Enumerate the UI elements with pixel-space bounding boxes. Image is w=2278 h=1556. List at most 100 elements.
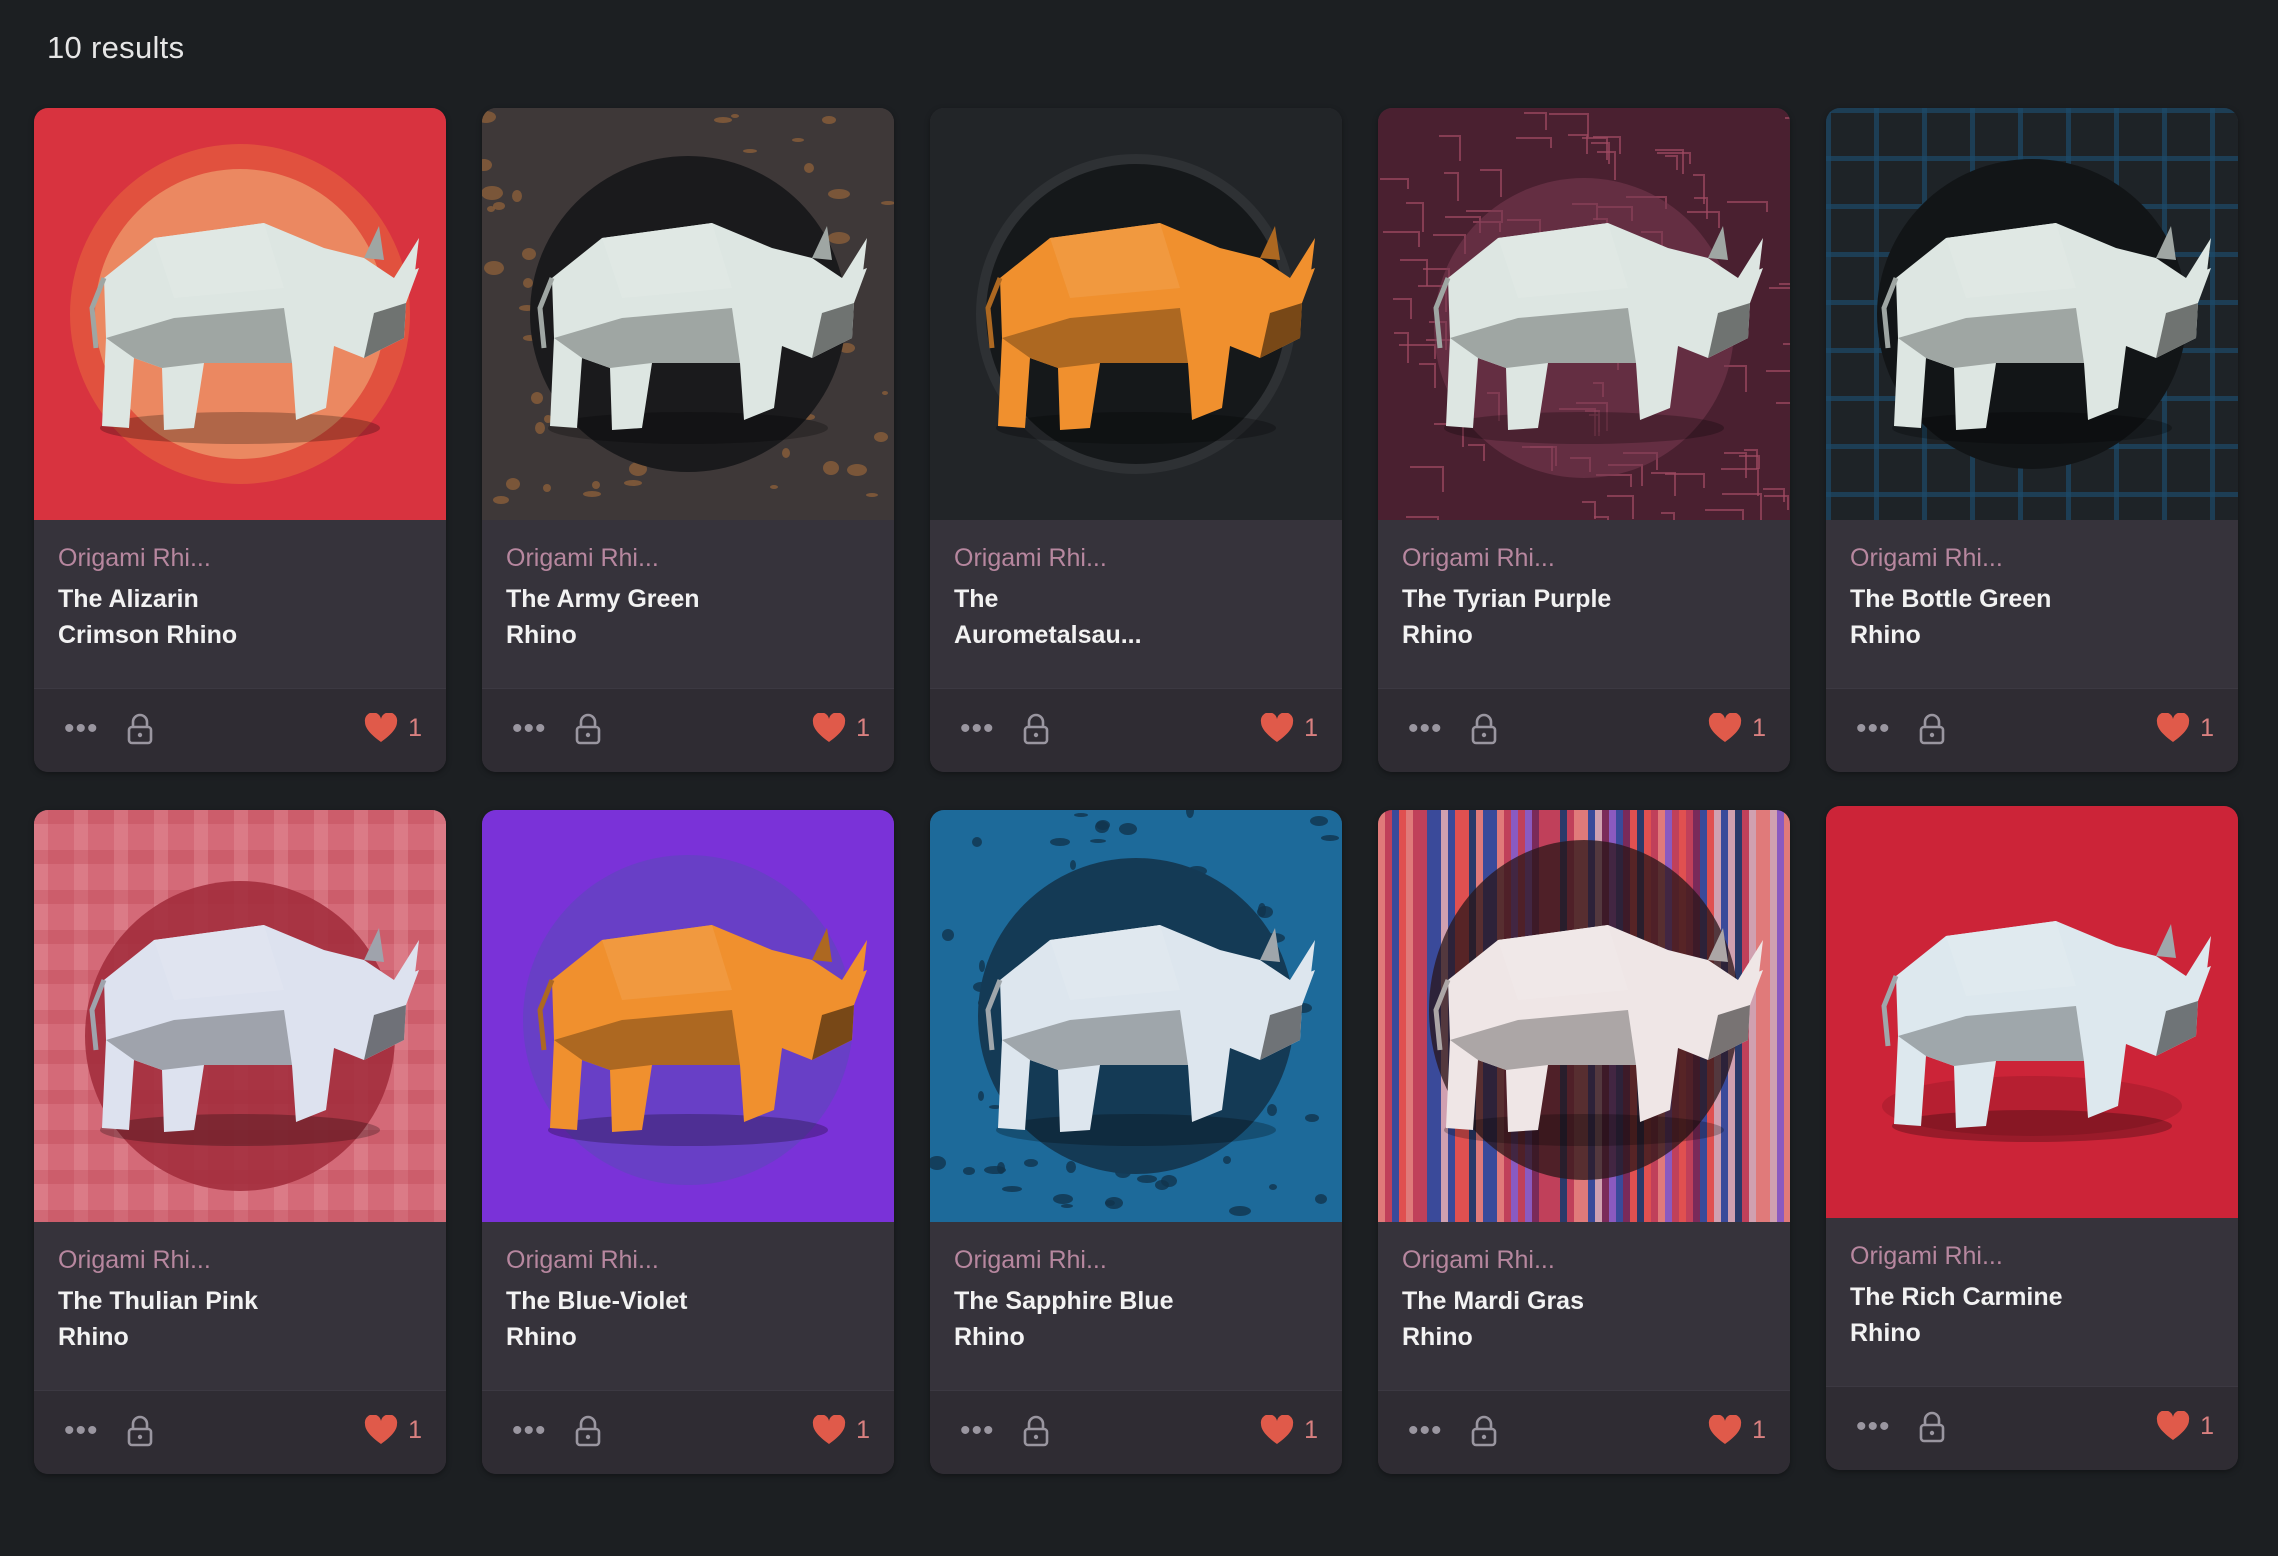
like-button[interactable]: 1 [2156,1411,2214,1441]
nft-title[interactable]: The Army Green Rhino [506,581,736,653]
nft-card[interactable]: Origami Rhi... The Bottle Green Rhino ••• 1 [1826,108,2238,772]
nft-card[interactable]: Origami Rhi... The Aurometalsau... ••• 1 [930,108,1342,772]
card-info: Origami Rhi... The Mardi Gras Rhino [1378,1222,1790,1390]
nft-card[interactable]: Origami Rhi... The Blue-Violet Rhino ••• 1 [482,810,894,1474]
lock-icon[interactable] [1022,1415,1050,1447]
like-count: 1 [1304,713,1318,742]
card-info: Origami Rhi... The Sapphire Blue Rhino [930,1222,1342,1390]
lock-icon[interactable] [1918,1411,1946,1443]
like-count: 1 [1752,1415,1766,1444]
nft-card[interactable]: Origami Rhi... The Alizarin Crimson Rhino… [34,108,446,772]
lock-icon[interactable] [126,713,154,745]
lock-icon[interactable] [1918,713,1946,745]
nft-title[interactable]: The Rich Carmine Rhino [1850,1279,2080,1351]
like-count: 1 [1304,1415,1318,1444]
nft-artwork-image[interactable] [34,108,446,520]
nft-card[interactable]: Origami Rhi... The Rich Carmine Rhino ••• 1 [1826,806,2238,1470]
collection-name[interactable]: Origami Rhi... [1402,1246,1766,1275]
more-dots-icon[interactable]: ••• [64,714,99,744]
nft-artwork-image[interactable] [482,810,894,1222]
results-count: 10 results [47,30,185,65]
heart-icon [1708,1415,1742,1444]
card-info: Origami Rhi... The Blue-Violet Rhino [482,1222,894,1390]
like-count: 1 [408,1415,422,1444]
like-count: 1 [2200,713,2214,742]
heart-icon [364,1415,398,1444]
heart-icon [812,1415,846,1444]
lock-icon[interactable] [1470,713,1498,745]
nft-title[interactable]: The Thulian Pink Rhino [58,1283,288,1355]
collection-name[interactable]: Origami Rhi... [58,544,422,573]
nft-title[interactable]: The Blue-Violet Rhino [506,1283,736,1355]
card-info: Origami Rhi... The Thulian Pink Rhino [34,1222,446,1390]
card-info: Origami Rhi... The Aurometalsau... [930,520,1342,688]
card-footer: ••• 1 [34,1390,446,1474]
lock-icon[interactable] [574,713,602,745]
more-dots-icon[interactable]: ••• [960,1416,995,1446]
nft-artwork-image[interactable] [482,108,894,520]
lock-icon[interactable] [574,1415,602,1447]
like-button[interactable]: 1 [1708,713,1766,743]
collection-name[interactable]: Origami Rhi... [1850,1242,2214,1271]
card-info: Origami Rhi... The Tyrian Purple Rhino [1378,520,1790,688]
nft-artwork-image[interactable] [1378,810,1790,1222]
more-dots-icon[interactable]: ••• [1408,714,1443,744]
more-dots-icon[interactable]: ••• [512,714,547,744]
like-button[interactable]: 1 [1260,713,1318,743]
card-footer: ••• 1 [930,688,1342,772]
nft-artwork-image[interactable] [1826,806,2238,1218]
like-button[interactable]: 1 [364,1415,422,1445]
nft-card[interactable]: Origami Rhi... The Sapphire Blue Rhino •••… [930,810,1342,1474]
nft-title[interactable]: The Sapphire Blue Rhino [954,1283,1184,1355]
card-footer: ••• 1 [1378,688,1790,772]
more-dots-icon[interactable]: ••• [1856,714,1891,744]
card-footer: ••• 1 [930,1390,1342,1474]
nft-title[interactable]: The Alizarin Crimson Rhino [58,581,288,653]
collection-name[interactable]: Origami Rhi... [506,1246,870,1275]
more-dots-icon[interactable]: ••• [960,714,995,744]
nft-artwork-image[interactable] [930,108,1342,520]
like-count: 1 [856,1415,870,1444]
collection-name[interactable]: Origami Rhi... [58,1246,422,1275]
nft-title[interactable]: The Tyrian Purple Rhino [1402,581,1632,653]
card-footer: ••• 1 [482,688,894,772]
like-button[interactable]: 1 [2156,713,2214,743]
more-dots-icon[interactable]: ••• [64,1416,99,1446]
like-button[interactable]: 1 [1708,1415,1766,1445]
collection-name[interactable]: Origami Rhi... [1850,544,2214,573]
like-count: 1 [408,713,422,742]
more-dots-icon[interactable]: ••• [512,1416,547,1446]
nft-artwork-image[interactable] [930,810,1342,1222]
like-button[interactable]: 1 [812,1415,870,1445]
nft-title[interactable]: The Mardi Gras Rhino [1402,1283,1632,1355]
heart-icon [2156,1411,2190,1440]
lock-icon[interactable] [126,1415,154,1447]
nft-card[interactable]: Origami Rhi... The Tyrian Purple Rhino •••… [1378,108,1790,772]
like-count: 1 [2200,1411,2214,1440]
more-dots-icon[interactable]: ••• [1856,1412,1891,1442]
nft-artwork-image[interactable] [1378,108,1790,520]
lock-icon[interactable] [1470,1415,1498,1447]
like-button[interactable]: 1 [364,713,422,743]
nft-card[interactable]: Origami Rhi... The Army Green Rhino ••• 1 [482,108,894,772]
nft-title[interactable]: The Aurometalsau... [954,581,1184,653]
like-button[interactable]: 1 [812,713,870,743]
nft-artwork-image[interactable] [34,810,446,1222]
heart-icon [1260,1415,1294,1444]
card-footer: ••• 1 [34,688,446,772]
nft-artwork-image[interactable] [1826,108,2238,520]
card-footer: ••• 1 [1826,1386,2238,1470]
nft-title[interactable]: The Bottle Green Rhino [1850,581,2080,653]
nft-card[interactable]: Origami Rhi... The Thulian Pink Rhino ••• 1 [34,810,446,1474]
like-count: 1 [856,713,870,742]
card-info: Origami Rhi... The Bottle Green Rhino [1826,520,2238,688]
collection-name[interactable]: Origami Rhi... [954,1246,1318,1275]
like-button[interactable]: 1 [1260,1415,1318,1445]
lock-icon[interactable] [1022,713,1050,745]
collection-name[interactable]: Origami Rhi... [506,544,870,573]
collection-name[interactable]: Origami Rhi... [954,544,1318,573]
card-footer: ••• 1 [1378,1390,1790,1474]
nft-card[interactable]: Origami Rhi... The Mardi Gras Rhino ••• 1 [1378,810,1790,1474]
more-dots-icon[interactable]: ••• [1408,1416,1443,1446]
collection-name[interactable]: Origami Rhi... [1402,544,1766,573]
